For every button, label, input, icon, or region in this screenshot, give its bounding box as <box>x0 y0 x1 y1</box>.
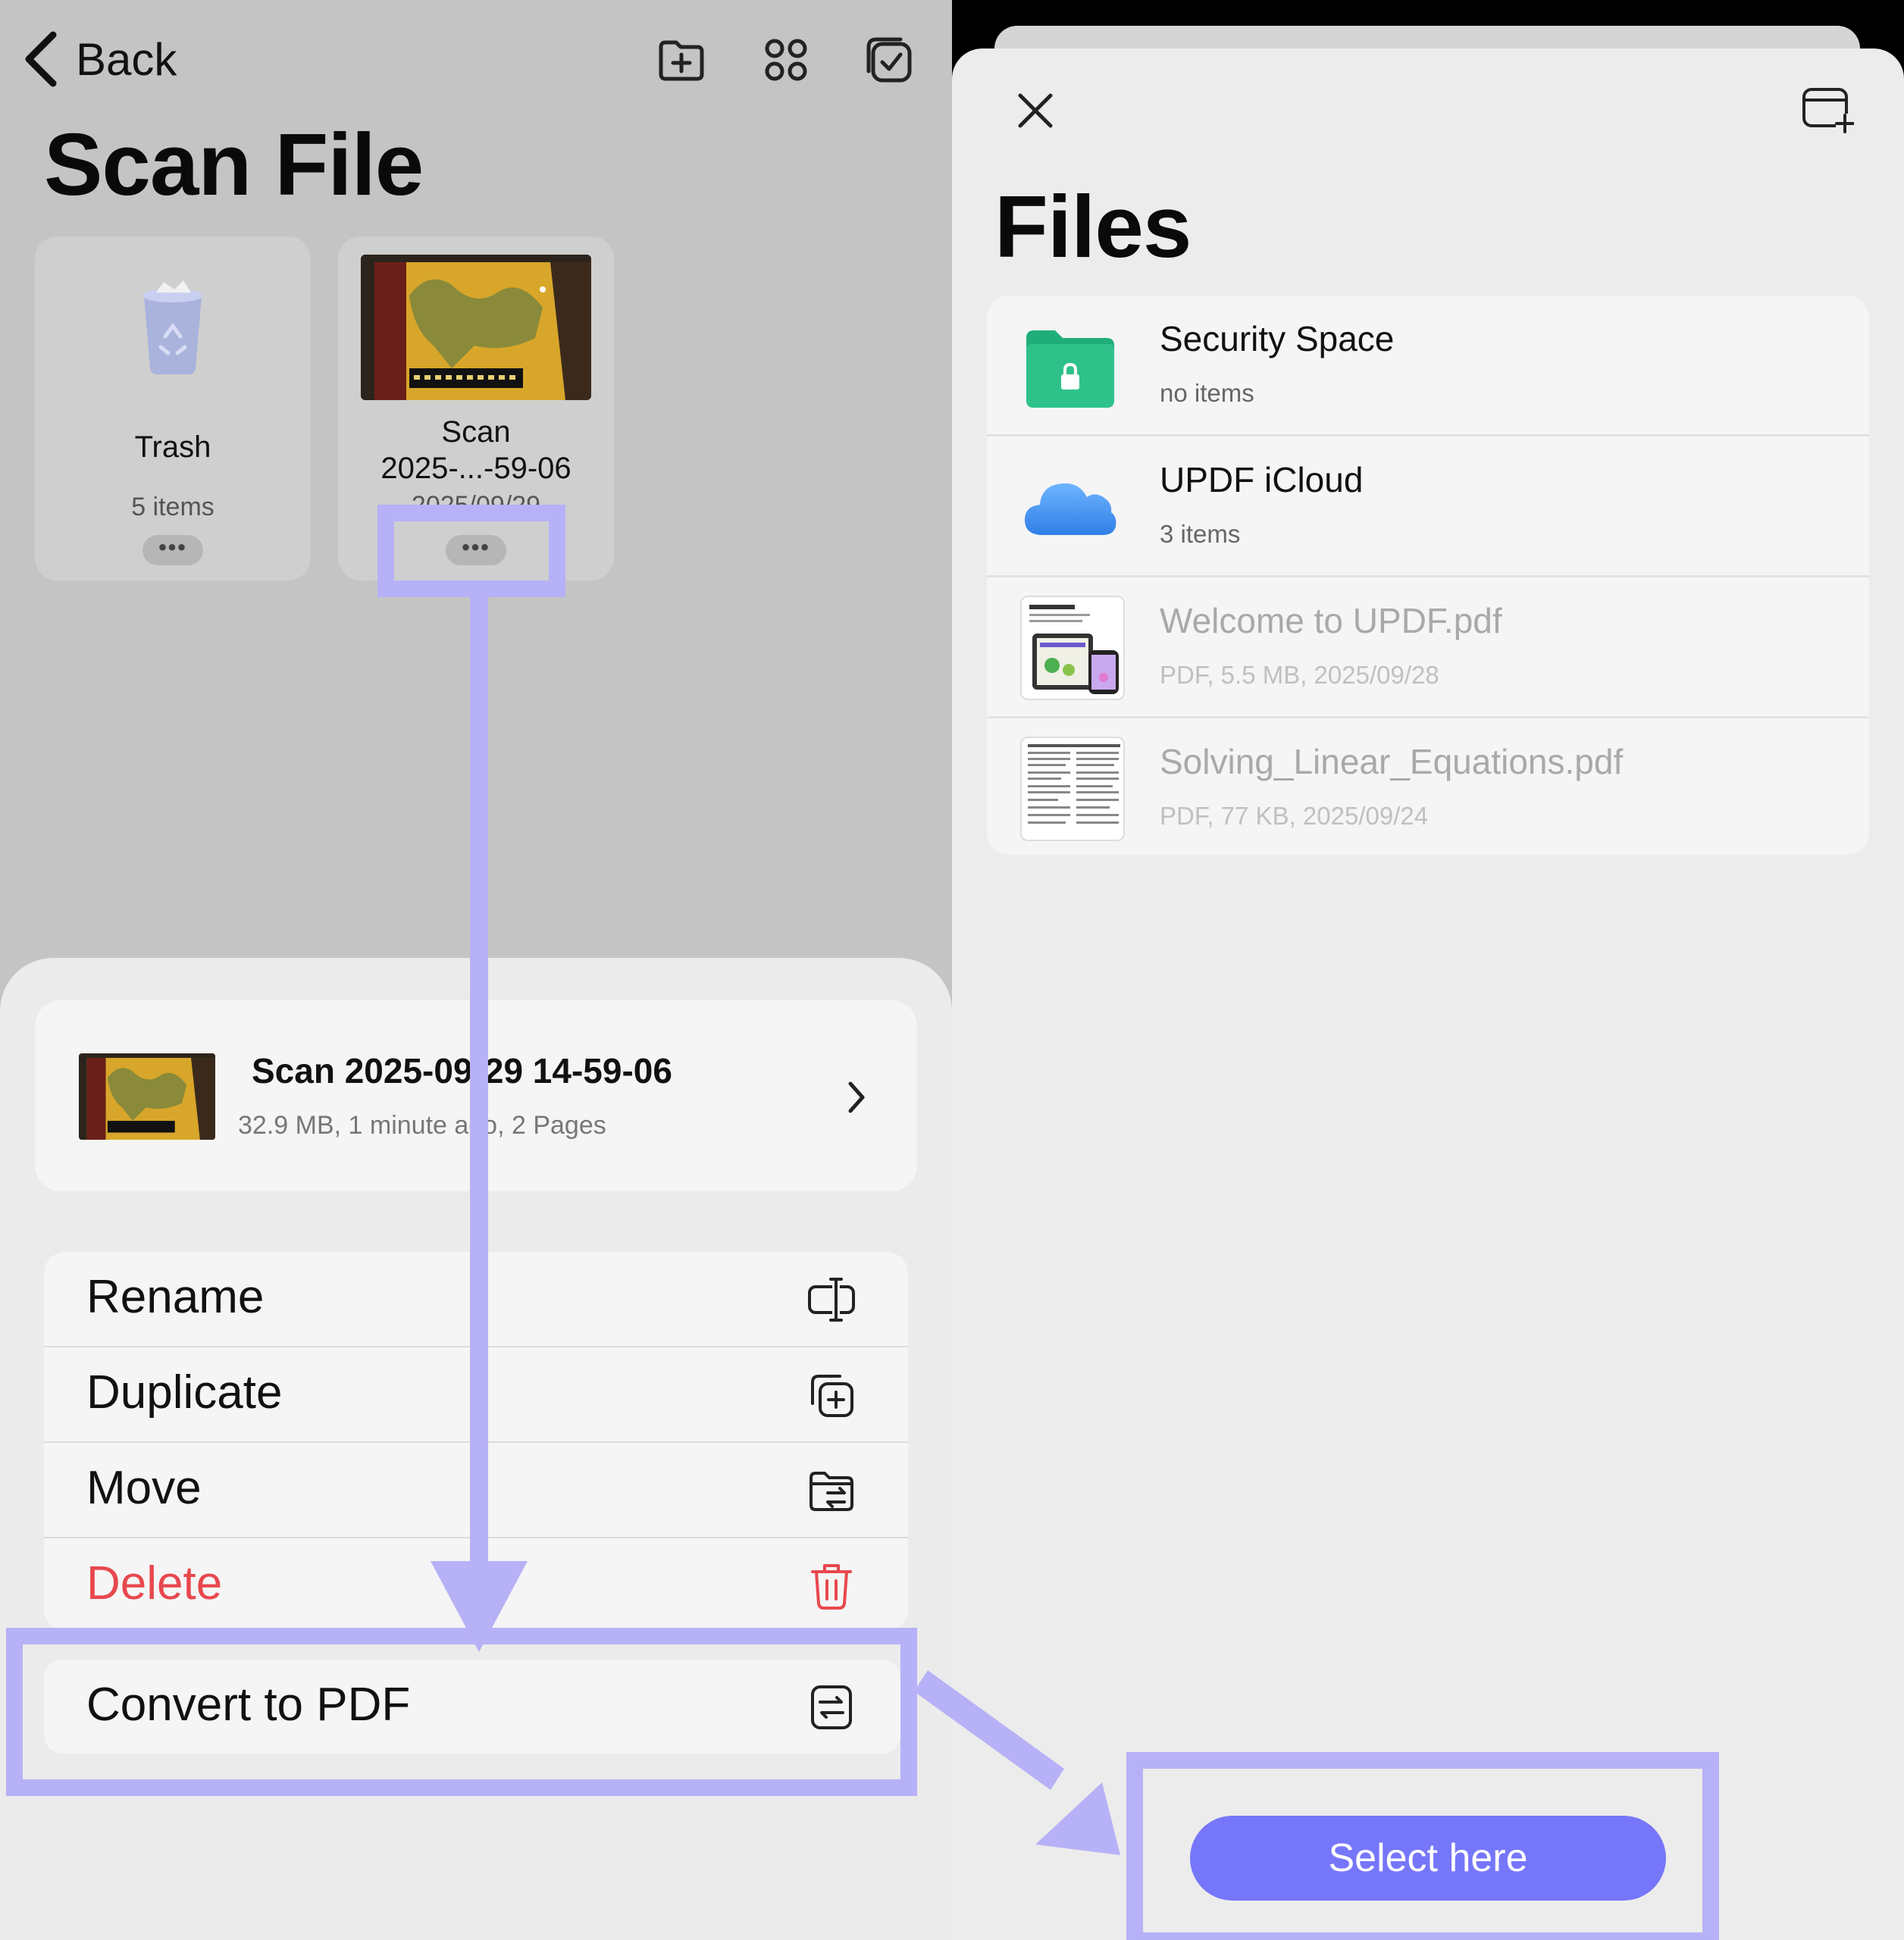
list-item-welcome-pdf[interactable]: Welcome to UPDF.pdf PDF, 5.5 MB, 2025/09… <box>987 577 1869 717</box>
duplicate-label: Duplicate <box>86 1366 283 1419</box>
chevron-right-icon <box>848 1081 865 1113</box>
convert-label: Convert to PDF <box>86 1679 411 1731</box>
scan-tile[interactable]: Scan 2025-...-59-06 2025/09/29 ••• <box>338 236 614 580</box>
row-subtitle: 3 items <box>1160 520 1241 548</box>
lock-folder-icon <box>1026 330 1114 408</box>
duplicate-icon <box>811 1375 853 1417</box>
scan-name-line2: 2025-...-59-06 <box>380 452 572 485</box>
trash-bin-icon <box>142 280 203 374</box>
menu-item-duplicate[interactable]: Duplicate <box>44 1347 908 1441</box>
pdf-thumbnail <box>1020 596 1125 700</box>
select-check-icon[interactable] <box>863 33 916 86</box>
scan-file-screen: Back Scan File Trash 5 items ••• Scan 20… <box>0 0 952 1940</box>
row-title: Security Space <box>1160 319 1395 358</box>
back-button[interactable]: Back <box>23 29 177 89</box>
file-card-title: Scan 2025-09-29 14-59-06 <box>252 1051 672 1090</box>
chevron-left-icon <box>25 31 57 87</box>
grid-view-icon[interactable] <box>759 33 813 86</box>
delete-label: Delete <box>86 1557 223 1610</box>
row-title: Solving_Linear_Equations.pdf <box>1160 742 1624 781</box>
menu-item-delete[interactable]: Delete <box>44 1538 908 1632</box>
convert-icon <box>811 1685 852 1729</box>
files-picker-screen: Files Security Space no items UPDF iClou… <box>952 0 1904 1940</box>
new-window-icon[interactable] <box>1801 85 1854 133</box>
select-here-button[interactable]: Select here <box>1190 1816 1666 1901</box>
scan-more-button[interactable]: ••• <box>446 535 506 565</box>
move-folder-icon <box>810 1472 853 1511</box>
row-title: Welcome to UPDF.pdf <box>1160 601 1502 640</box>
pdf-thumbnail <box>1020 737 1125 841</box>
cloud-icon <box>1025 483 1116 535</box>
row-subtitle: PDF, 5.5 MB, 2025/09/28 <box>1160 661 1439 689</box>
trash-count: 5 items <box>131 493 215 521</box>
back-label: Back <box>76 33 177 85</box>
row-subtitle: no items <box>1160 379 1254 407</box>
menu-item-rename[interactable]: Rename <box>44 1252 908 1346</box>
file-card-meta: 32.9 MB, 1 minute ago, 2 Pages <box>238 1111 606 1140</box>
scan-date: 2025/09/29 <box>411 491 541 511</box>
convert-to-pdf-button[interactable]: Convert to PDF <box>44 1660 900 1754</box>
trash-more-button[interactable]: ••• <box>142 535 203 565</box>
trash-icon <box>811 1564 852 1610</box>
row-title: UPDF iCloud <box>1160 460 1364 499</box>
trash-tile[interactable]: Trash 5 items ••• <box>35 236 311 580</box>
scan-name-line1: Scan <box>441 415 511 449</box>
page-title: Scan File <box>44 115 424 214</box>
new-folder-icon[interactable] <box>655 33 708 86</box>
file-card-thumbnail <box>79 1053 215 1140</box>
scan-thumbnail <box>361 255 591 400</box>
row-subtitle: PDF, 77 KB, 2025/09/24 <box>1160 802 1429 830</box>
close-icon[interactable] <box>1013 88 1058 133</box>
list-item-solving-pdf[interactable]: Solving_Linear_Equations.pdf PDF, 77 KB,… <box>987 718 1869 858</box>
menu-item-move[interactable]: Move <box>44 1443 908 1537</box>
trash-name: Trash <box>134 430 211 464</box>
list-item-updf-icloud[interactable]: UPDF iCloud 3 items <box>987 436 1869 576</box>
files-title: Files <box>994 177 1192 276</box>
rename-icon <box>808 1278 855 1322</box>
rename-label: Rename <box>86 1271 265 1323</box>
move-label: Move <box>86 1462 202 1514</box>
list-item-security-space[interactable]: Security Space no items <box>987 296 1869 435</box>
